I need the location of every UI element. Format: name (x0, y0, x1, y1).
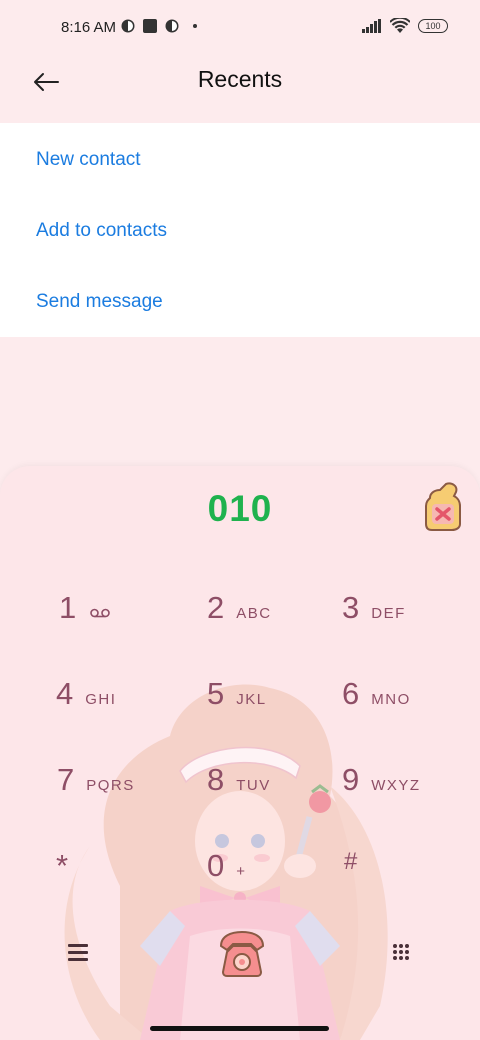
status-time: 8:16 AM (61, 19, 117, 36)
hamburger-icon-line (68, 958, 88, 961)
dialer-panel: 010 1 2 ABC 3 DEF 4 GHI 5 JKL 6 MNO 7 PQ… (0, 466, 480, 1040)
notification-icons (121, 19, 197, 33)
key-6[interactable]: 6 MNO (342, 676, 411, 712)
backspace-icon (425, 482, 461, 531)
status-bar: 8:16 AM 100 (0, 0, 480, 56)
hamburger-icon-line (68, 944, 88, 947)
key-star[interactable]: * (56, 848, 68, 884)
voicemail-icon (90, 608, 111, 618)
dialpad-toggle-button[interactable] (393, 944, 411, 962)
dialed-number: 010 (207, 488, 273, 529)
key-digit: 4 (56, 676, 74, 711)
page-title: Recents (197, 66, 283, 92)
signal-icon (362, 19, 381, 33)
contact-actions-menu: New contact Add to contacts Send message (0, 123, 480, 337)
dialpad-icon (393, 944, 411, 960)
square-notification-icon (143, 19, 157, 33)
send-message-link[interactable]: Send message (36, 291, 163, 313)
app-notification-icon (121, 19, 135, 33)
key-letters: + (236, 863, 247, 880)
key-letters: TUV (236, 777, 271, 794)
key-2[interactable]: 2 ABC (207, 590, 272, 626)
backspace-button[interactable] (420, 480, 464, 534)
key-digit: * (56, 848, 69, 883)
app-notification-icon (165, 19, 179, 33)
hamburger-icon-line (68, 951, 88, 954)
battery-icon: 100 (418, 19, 448, 33)
call-button[interactable] (217, 924, 267, 980)
key-digit: 3 (342, 590, 360, 625)
key-letters: DEF (371, 605, 406, 622)
key-letters: GHI (85, 691, 117, 708)
key-9[interactable]: 9 WXYZ (342, 762, 421, 798)
key-digit: 0 (207, 848, 225, 883)
key-letters: PQRS (86, 777, 135, 794)
key-5[interactable]: 5 JKL (207, 676, 267, 712)
key-hash[interactable]: # (344, 848, 357, 876)
key-letters: WXYZ (371, 777, 421, 794)
key-digit: 9 (342, 762, 360, 797)
key-8[interactable]: 8 TUV (207, 762, 271, 798)
key-1[interactable]: 1 (59, 590, 111, 626)
wifi-icon (390, 18, 410, 33)
key-4[interactable]: 4 GHI (56, 676, 116, 712)
key-letters: MNO (371, 691, 411, 708)
key-digit: 6 (342, 676, 360, 711)
key-0[interactable]: 0 + (207, 848, 247, 884)
menu-button[interactable] (68, 944, 88, 962)
more-notifications-icon (193, 24, 197, 28)
header: Recents (0, 56, 480, 123)
key-letters: ABC (236, 605, 272, 622)
system-icons: 100 (362, 18, 448, 34)
key-digit: 1 (59, 590, 77, 625)
key-digit: 5 (207, 676, 225, 711)
add-to-contacts-link[interactable]: Add to contacts (36, 220, 167, 242)
key-7[interactable]: 7 PQRS (57, 762, 135, 798)
phone-icon (219, 930, 265, 977)
key-digit: 7 (57, 762, 75, 797)
key-digit: 8 (207, 762, 225, 797)
key-3[interactable]: 3 DEF (342, 590, 406, 626)
new-contact-link[interactable]: New contact (36, 149, 141, 171)
key-digit: 2 (207, 590, 225, 625)
key-digit: # (344, 848, 358, 875)
key-letters: JKL (236, 691, 267, 708)
home-indicator[interactable] (150, 1026, 329, 1031)
